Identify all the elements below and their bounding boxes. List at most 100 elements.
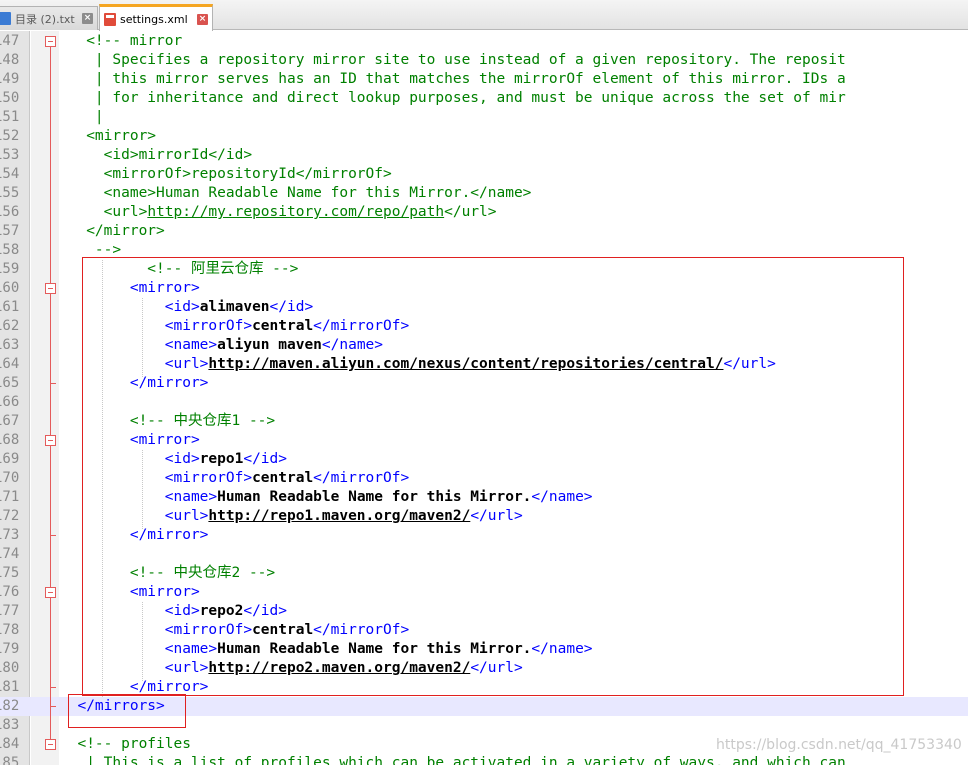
- line-number: 182: [0, 698, 20, 714]
- code-text: <id>mirrorId</id>: [60, 146, 252, 165]
- code-line[interactable]: 177 <id>repo2</id>: [0, 602, 968, 621]
- code-line[interactable]: 159 <!-- 阿里云仓库 -->: [0, 260, 968, 279]
- code-line[interactable]: 166: [0, 393, 968, 412]
- code-line[interactable]: 153 <id>mirrorId</id>: [0, 146, 968, 165]
- code-token: </url>: [444, 204, 497, 220]
- close-icon[interactable]: ×: [197, 13, 208, 25]
- code-line[interactable]: 172 <url>http://repo1.maven.org/maven2/<…: [0, 507, 968, 526]
- code-token: </mirrorOf>: [313, 470, 410, 486]
- code-token: <name>: [60, 489, 218, 505]
- code-token: <mirror>: [60, 584, 200, 600]
- code-text: <id>alimaven</id>: [60, 298, 313, 317]
- code-text: <!-- 中央仓库2 -->: [60, 564, 275, 583]
- indent-guide: [102, 260, 103, 697]
- code-line[interactable]: 183: [0, 716, 968, 735]
- code-token: <mirror>: [60, 128, 157, 144]
- code-token: <!-- 阿里云仓库 -->: [60, 261, 299, 277]
- code-line[interactable]: 175 <!-- 中央仓库2 -->: [0, 564, 968, 583]
- line-number: 147: [0, 33, 20, 49]
- code-line[interactable]: 152 <mirror>: [0, 127, 968, 146]
- code-token: <!-- 中央仓库1 -->: [60, 413, 276, 429]
- code-line[interactable]: 169 <id>repo1</id>: [0, 450, 968, 469]
- code-text: <mirrorOf>central</mirrorOf>: [60, 317, 409, 336]
- code-text: </mirror>: [60, 526, 209, 545]
- code-line[interactable]: 174: [0, 545, 968, 564]
- line-number: 165: [0, 375, 20, 391]
- line-number: 153: [0, 147, 20, 163]
- code-line[interactable]: 176 <mirror>: [0, 583, 968, 602]
- code-token: repo2: [199, 603, 244, 619]
- line-number: 163: [0, 337, 20, 353]
- code-line[interactable]: 158 -->: [0, 241, 968, 260]
- line-number: 181: [0, 679, 20, 695]
- code-line[interactable]: 164 <url>http://maven.aliyun.com/nexus/c…: [0, 355, 968, 374]
- code-token: </url>: [723, 356, 776, 372]
- fold-toggle-icon[interactable]: [45, 739, 56, 750]
- code-token: Human Readable Name for this Mirror.: [217, 641, 532, 657]
- close-icon[interactable]: ×: [82, 13, 93, 24]
- code-line[interactable]: 185 | This is a list of profiles which c…: [0, 754, 968, 765]
- code-token: <id>: [60, 299, 200, 315]
- code-line[interactable]: 171 <name>Human Readable Name for this M…: [0, 488, 968, 507]
- line-number: 162: [0, 318, 20, 334]
- code-token: http://repo2.maven.org/maven2/: [208, 660, 471, 676]
- code-token: | This is a list of profiles which can b…: [60, 755, 846, 765]
- code-text: <url>http://maven.aliyun.com/nexus/conte…: [60, 355, 776, 374]
- code-line[interactable]: 162 <mirrorOf>central</mirrorOf>: [0, 317, 968, 336]
- code-line[interactable]: 170 <mirrorOf>central</mirrorOf>: [0, 469, 968, 488]
- fold-toggle-icon[interactable]: [45, 435, 56, 446]
- code-line[interactable]: 157 </mirror>: [0, 222, 968, 241]
- code-line[interactable]: 182 </mirrors>: [0, 697, 968, 716]
- fold-toggle-icon[interactable]: [45, 36, 56, 47]
- code-editor[interactable]: 147 <!-- mirror148 | Specifies a reposit…: [0, 31, 968, 765]
- code-text: </mirror>: [60, 374, 209, 393]
- code-line[interactable]: 179 <name>Human Readable Name for this M…: [0, 640, 968, 659]
- line-number: 157: [0, 223, 20, 239]
- fold-toggle-icon[interactable]: [45, 283, 56, 294]
- code-line[interactable]: 178 <mirrorOf>central</mirrorOf>: [0, 621, 968, 640]
- code-token: </id>: [269, 299, 314, 315]
- code-token: Human Readable Name for this Mirror.: [217, 489, 532, 505]
- code-line[interactable]: 151 |: [0, 108, 968, 127]
- code-line[interactable]: 163 <name>aliyun maven</name>: [0, 336, 968, 355]
- code-line[interactable]: 154 <mirrorOf>repositoryId</mirrorOf>: [0, 165, 968, 184]
- code-line[interactable]: 168 <mirror>: [0, 431, 968, 450]
- tab-mulu-txt[interactable]: 目录 (2).txt ×: [0, 6, 98, 30]
- code-line[interactable]: 181 </mirror>: [0, 678, 968, 697]
- fold-end-icon: [50, 706, 56, 707]
- line-number: 177: [0, 603, 20, 619]
- code-text: </mirror>: [60, 678, 209, 697]
- code-line[interactable]: 155 <name>Human Readable Name for this M…: [0, 184, 968, 203]
- code-text: -->: [60, 241, 121, 260]
- code-line[interactable]: 167 <!-- 中央仓库1 -->: [0, 412, 968, 431]
- code-text: <id>repo1</id>: [60, 450, 287, 469]
- code-line[interactable]: 147 <!-- mirror: [0, 32, 968, 51]
- code-line[interactable]: 173 </mirror>: [0, 526, 968, 545]
- code-line[interactable]: 148 | Specifies a repository mirror site…: [0, 51, 968, 70]
- code-text: | Specifies a repository mirror site to …: [60, 51, 846, 70]
- indent-guide: [142, 450, 143, 529]
- code-token: <mirrorOf>: [60, 622, 253, 638]
- code-line[interactable]: 165 </mirror>: [0, 374, 968, 393]
- code-line[interactable]: 180 <url>http://repo2.maven.org/maven2/<…: [0, 659, 968, 678]
- code-line[interactable]: 149 | this mirror serves has an ID that …: [0, 70, 968, 89]
- line-number: 172: [0, 508, 20, 524]
- tab-settings-xml[interactable]: settings.xml ×: [99, 4, 213, 31]
- code-token: central: [252, 622, 314, 638]
- code-token: <url>: [60, 660, 209, 676]
- line-number: 160: [0, 280, 20, 296]
- code-line[interactable]: 156 <url>http://my.repository.com/repo/p…: [0, 203, 968, 222]
- line-number: 175: [0, 565, 20, 581]
- code-line[interactable]: 160 <mirror>: [0, 279, 968, 298]
- code-text: <!-- profiles: [60, 735, 191, 754]
- fold-toggle-icon[interactable]: [45, 587, 56, 598]
- code-text: <name>aliyun maven</name>: [60, 336, 383, 355]
- tab-bar: 目录 (2).txt × settings.xml ×: [0, 0, 968, 31]
- code-text: <url>http://repo1.maven.org/maven2/</url…: [60, 507, 523, 526]
- line-number: 150: [0, 90, 20, 106]
- code-line[interactable]: 150 | for inheritance and direct lookup …: [0, 89, 968, 108]
- code-token: <!-- 中央仓库2 -->: [60, 565, 276, 581]
- line-number: 151: [0, 109, 20, 125]
- code-line[interactable]: 161 <id>alimaven</id>: [0, 298, 968, 317]
- code-text: <mirrorOf>central</mirrorOf>: [60, 621, 409, 640]
